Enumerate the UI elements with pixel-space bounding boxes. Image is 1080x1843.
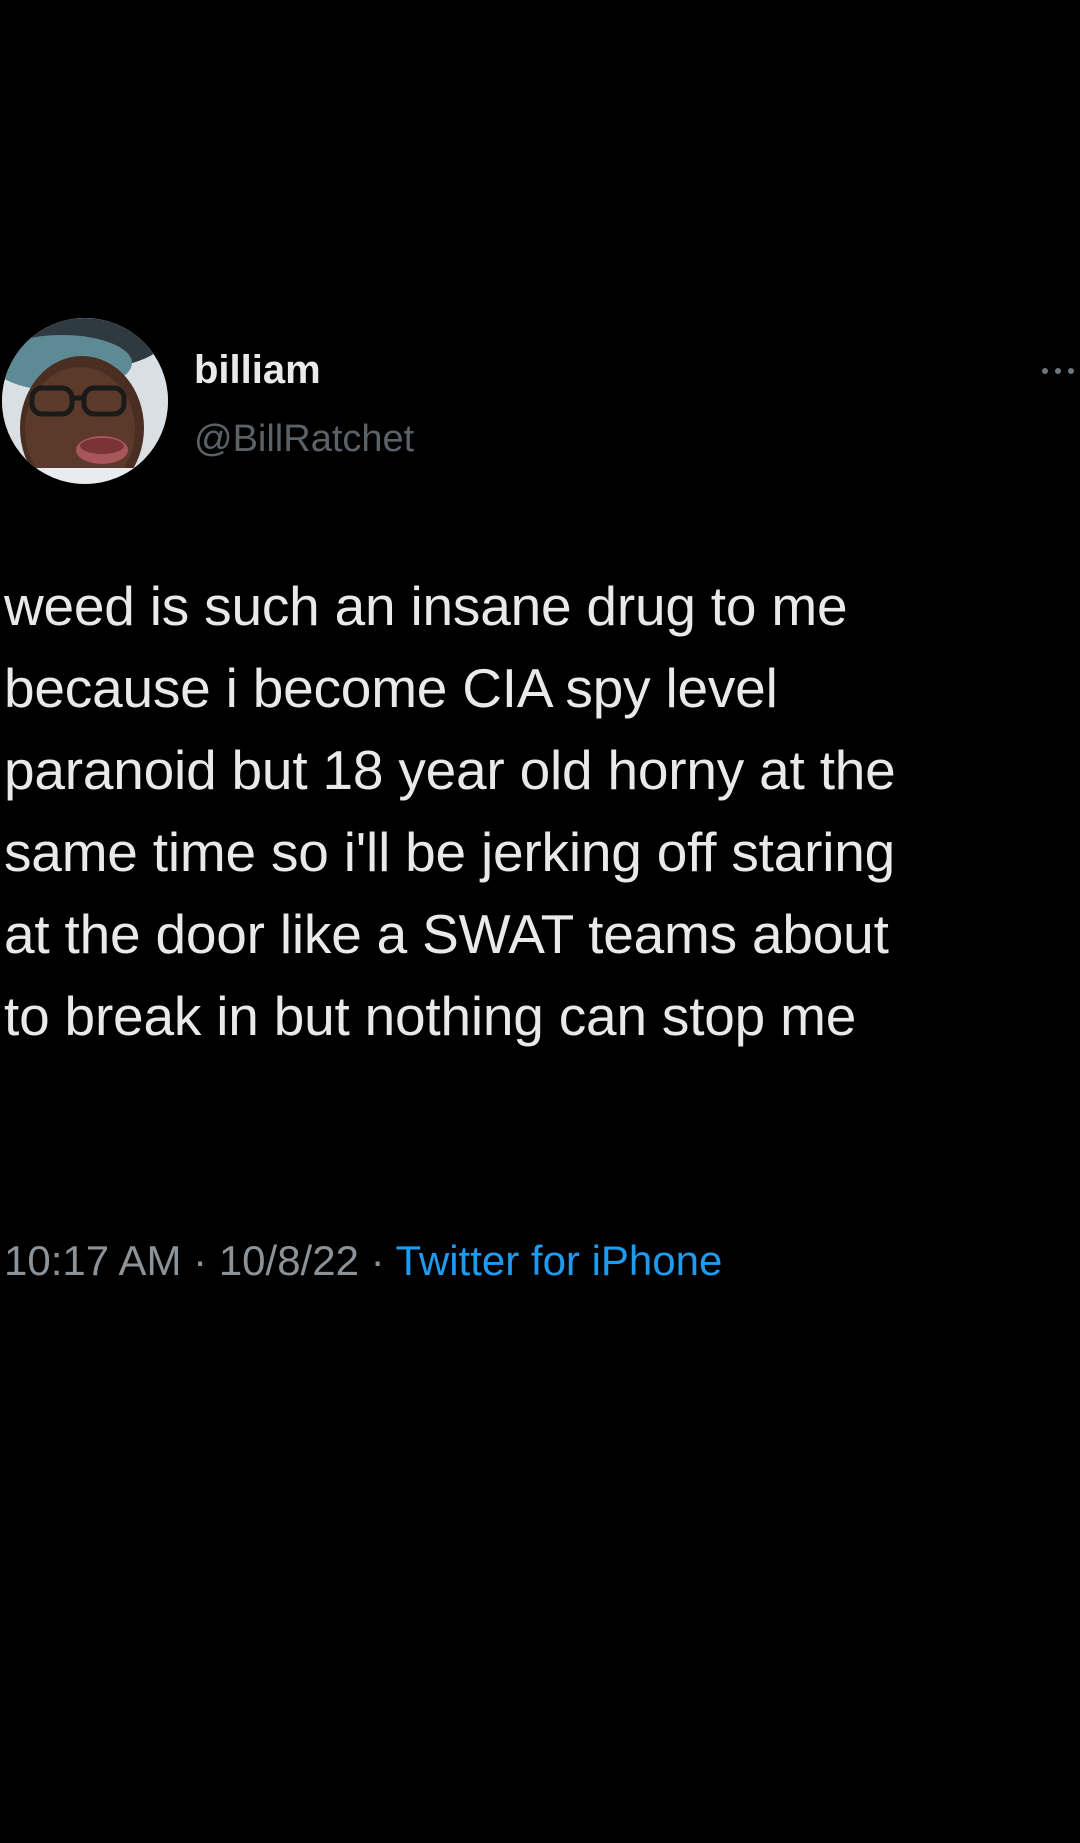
tweet-meta: 10:17 AM · 10/8/22 · Twitter for iPhone [4,1240,722,1282]
tweet-source-link[interactable]: Twitter for iPhone [396,1237,723,1284]
tweet-text-line: at the door like a SWAT teams about [4,903,889,965]
tweet-time[interactable]: 10:17 AM [4,1237,181,1284]
display-name[interactable]: billiam [194,350,321,390]
tweet-text: weed is such an insane drug to me becaus… [4,565,1080,1057]
tweet-text-line: weed is such an insane drug to me [4,575,848,637]
tweet-text-line: same time so i'll be jerking off staring [4,821,896,883]
avatar[interactable] [2,318,168,484]
more-options-icon[interactable] [1040,360,1080,380]
meta-separator: · [193,1237,208,1284]
tweet-text-line: to break in but nothing can stop me [4,985,857,1047]
tweet-text-line: because i become CIA spy level [4,657,778,719]
tweet-card: billiam @BillRatchet weed is such an ins… [0,0,1080,1843]
user-handle[interactable]: @BillRatchet [194,420,414,458]
tweet-text-line: paranoid but 18 year old horny at the [4,739,896,801]
tweet-date[interactable]: 10/8/22 [219,1237,359,1284]
avatar-photo-icon [2,318,168,484]
meta-separator: · [370,1237,385,1284]
